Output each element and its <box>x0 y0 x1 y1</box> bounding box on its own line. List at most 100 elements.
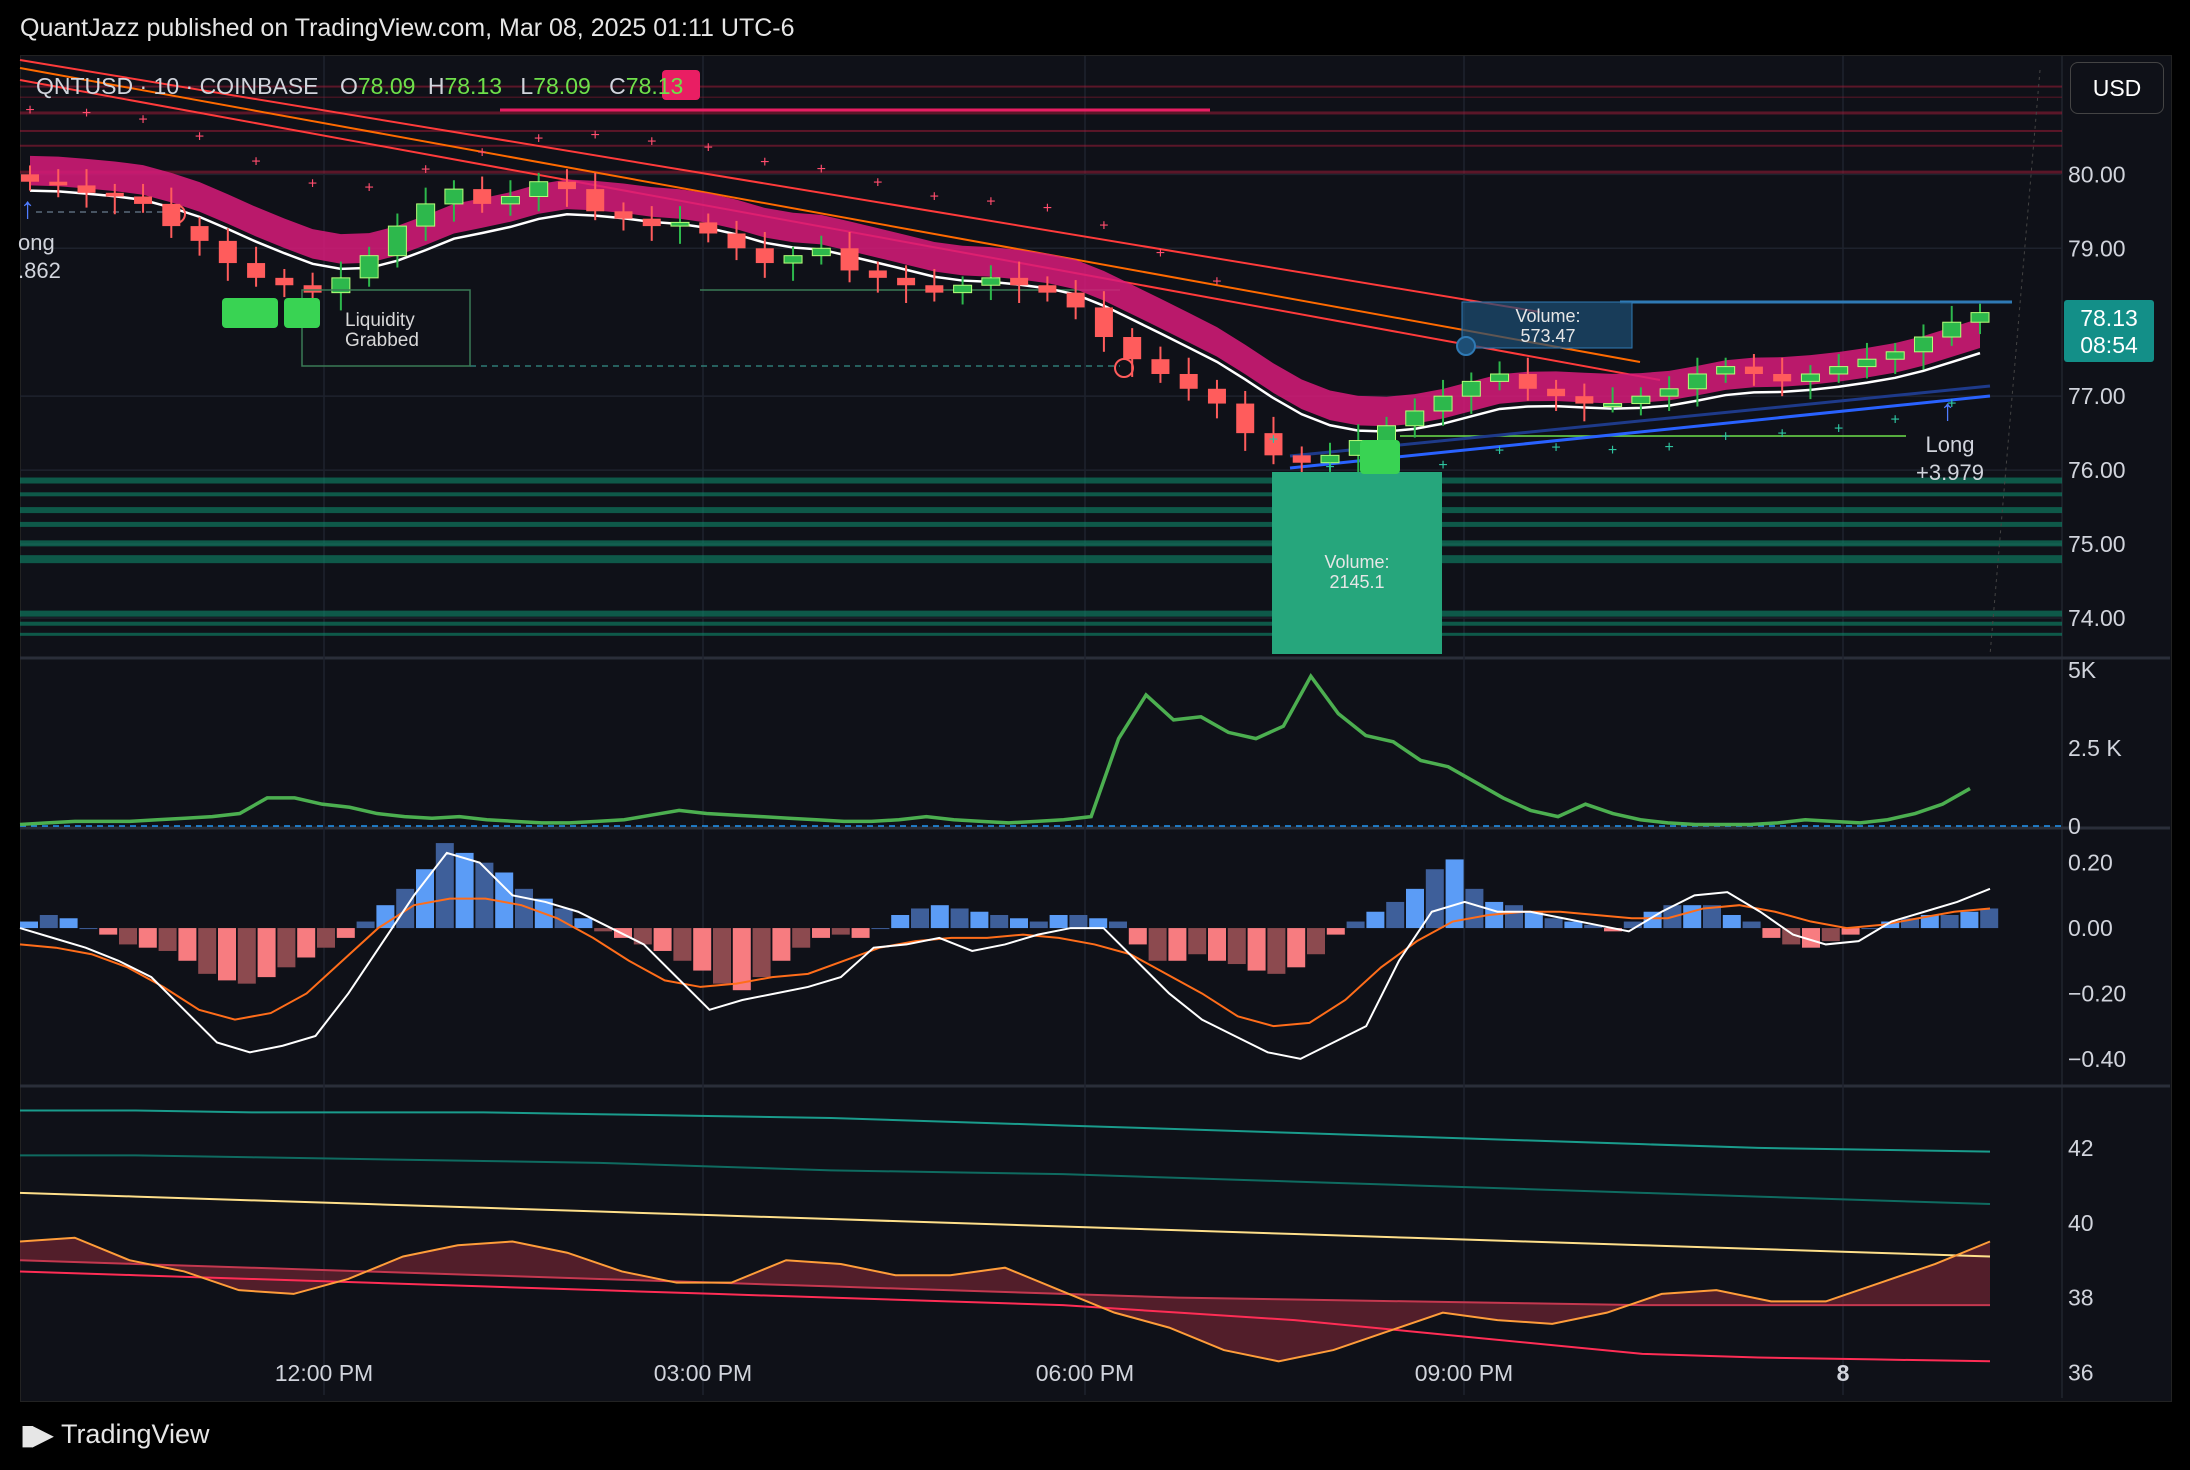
supertrend-dot: + <box>704 140 713 157</box>
macd-histogram-bar <box>1465 888 1484 929</box>
supertrend-dot: + <box>478 145 487 162</box>
currency-button[interactable]: USD <box>2070 62 2164 114</box>
supertrend-dot: + <box>25 102 34 119</box>
axis-tick-label: 38 <box>2068 1285 2094 1311</box>
macd-histogram-bar <box>257 928 276 978</box>
macd-histogram-bar <box>416 869 434 929</box>
candle-body <box>1236 403 1255 434</box>
macd-histogram-bar <box>1861 928 1880 930</box>
macd-histogram-bar <box>594 928 613 932</box>
macd-histogram-bar <box>20 921 38 929</box>
axis-tick-label: 0.20 <box>2068 850 2113 876</box>
candle-body <box>897 277 916 286</box>
candle-body <box>1405 410 1425 427</box>
supertrend-dot: + <box>82 105 91 122</box>
supertrend-dot: + <box>534 130 543 147</box>
volume-indicator-pane[interactable] <box>19 672 2062 827</box>
macd-histogram-bar <box>1089 918 1108 929</box>
macd-histogram-bar <box>950 908 969 929</box>
macd-histogram-bar <box>277 928 296 968</box>
supertrend-dot: + <box>1099 217 1108 234</box>
macd-histogram-bar <box>218 928 236 981</box>
candle-body <box>586 189 605 212</box>
candle-body <box>1603 403 1623 408</box>
macd-histogram-bar <box>1742 921 1761 929</box>
candle-body <box>1575 396 1594 404</box>
macd-histogram-bar <box>970 911 989 929</box>
chart-canvas[interactable]: +++++++++++++++++++++++++++++++++++ Volu… <box>0 0 2190 1470</box>
macd-histogram-bar <box>1287 928 1306 968</box>
macd-histogram-bar <box>1307 928 1325 955</box>
liquidity-zone-bull <box>20 521 2062 527</box>
macd-histogram-bar <box>297 928 316 958</box>
long-right-value: +3.979 <box>1916 460 1984 485</box>
supertrend-dot: + <box>760 154 769 171</box>
macd-histogram-bar <box>1366 911 1385 929</box>
supertrend-dot: + <box>251 153 260 170</box>
supertrend-dot: + <box>1834 420 1843 437</box>
macd-histogram-bar <box>713 928 731 984</box>
ema-band <box>29 155 1981 433</box>
tradingview-logo[interactable]: ▮▶ TradingView <box>20 1418 210 1451</box>
macd-histogram-bar <box>1841 928 1860 935</box>
candle-body <box>134 196 153 204</box>
supertrend-dot: + <box>1891 411 1900 428</box>
volume-bottom-title: Volume: <box>1324 552 1389 572</box>
arrow-up-icon: ↑ <box>20 192 35 225</box>
candle-body <box>1433 395 1453 412</box>
macd-histogram-bar <box>752 928 771 978</box>
signal-badge <box>284 298 320 328</box>
arrow-up-icon: ↑ <box>1940 394 1955 427</box>
signal-circle <box>1456 336 1476 356</box>
price-pane[interactable]: +++++++++++++++++++++++++++++++++++ Volu… <box>18 56 2062 1395</box>
last-price-tag: 78.13 08:54 <box>2064 300 2154 362</box>
liquidity-zone-bear <box>20 111 2062 115</box>
cursor-line <box>1989 69 2041 656</box>
macd-histogram-bar <box>1406 888 1424 929</box>
tradingview-logo-icon: ▮▶ <box>20 1419 54 1450</box>
annotations: Volume: 573.47 Volume: 2145.1 Liquidity … <box>18 70 1984 654</box>
macd-histogram-bar <box>851 928 870 938</box>
time-tick-label: 03:00 PM <box>654 1360 752 1386</box>
macd-pane[interactable] <box>19 843 1999 1060</box>
macd-histogram-bar <box>1821 928 1840 942</box>
macd-histogram-bar <box>792 928 811 948</box>
macd-histogram-bar <box>158 928 177 951</box>
macd-histogram-bar <box>198 928 217 974</box>
candle-body <box>699 222 718 234</box>
macd-histogram-bar <box>1029 921 1048 929</box>
supertrend-dot: + <box>1438 457 1447 474</box>
supertrend-dot: + <box>1664 439 1673 456</box>
candle-body <box>1716 366 1736 375</box>
macd-histogram-bar <box>693 928 712 971</box>
candle-body <box>1461 380 1481 397</box>
time-axis[interactable]: 12:00 PM 03:00 PM 06:00 PM 09:00 PM 8 <box>275 1360 1850 1386</box>
liquidity-label-2: Grabbed <box>345 330 419 351</box>
axis-tick-label: 75.00 <box>2068 531 2126 557</box>
axis-tick-label: 0.00 <box>2068 915 2113 941</box>
candle-body <box>1518 373 1537 389</box>
macd-histogram-bar <box>1010 918 1028 929</box>
candle-body <box>1123 337 1142 360</box>
candle-body <box>1292 455 1311 463</box>
candle-body <box>1829 366 1849 375</box>
supertrend-dot: + <box>308 175 317 192</box>
oscillator-pane[interactable] <box>19 1109 1991 1363</box>
axis-tick-label: −0.40 <box>2068 1046 2126 1072</box>
supertrend-dot: + <box>421 162 430 179</box>
liquidity-zone-bear <box>20 170 2062 174</box>
candle-body <box>1800 373 1820 382</box>
macd-histogram-bar <box>455 852 474 929</box>
ema-band-fill <box>30 155 1980 427</box>
supertrend-dot: + <box>1608 442 1617 459</box>
candle-body <box>925 285 944 293</box>
macd-histogram-bar <box>138 928 157 948</box>
supertrend-dot: + <box>1551 440 1560 457</box>
candle-body <box>1547 388 1566 397</box>
candle-body <box>190 226 209 241</box>
candle-body <box>642 218 661 227</box>
oscillator-line <box>19 1191 1991 1258</box>
symbol-label: QNTUSD · 10 · COINBASE <box>36 73 318 99</box>
candle-body <box>218 240 237 264</box>
long-right-label: Long <box>1926 432 1975 457</box>
